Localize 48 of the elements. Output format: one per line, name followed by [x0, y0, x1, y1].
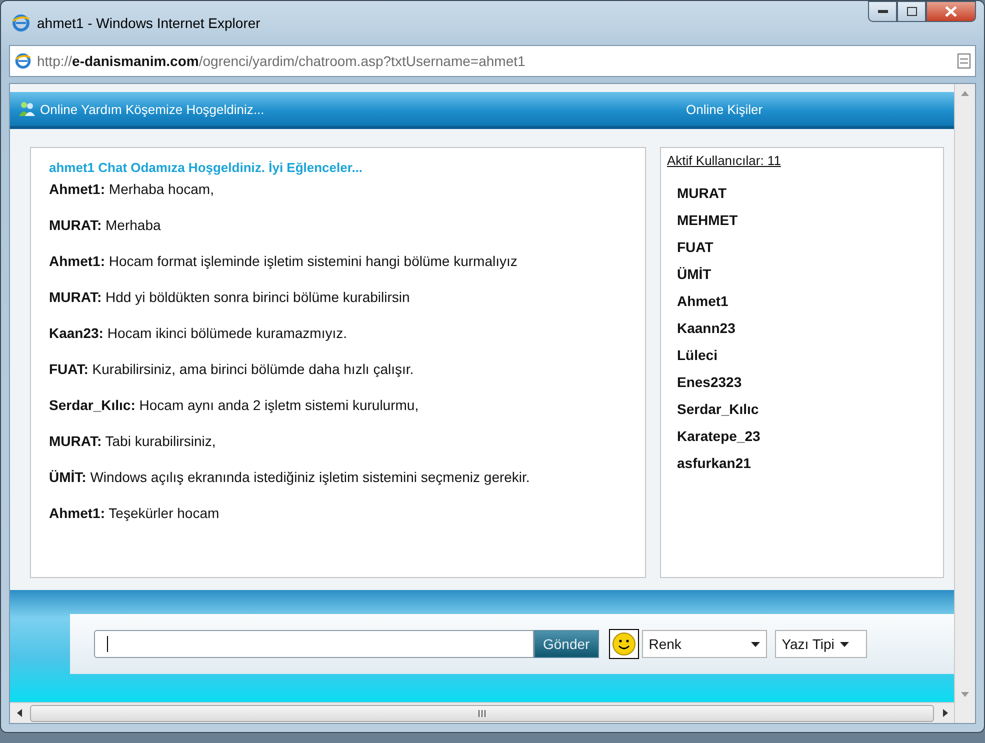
- maximize-icon: [906, 7, 916, 16]
- close-button[interactable]: [926, 1, 976, 22]
- text-cursor: [107, 636, 108, 652]
- chat-message: MURAT: Tabi kurabilirsiniz,: [49, 432, 217, 450]
- minimize-button[interactable]: [868, 1, 897, 22]
- browser-logo-icon: [14, 52, 32, 70]
- user-name[interactable]: FUAT: [677, 234, 714, 261]
- close-icon: [945, 6, 957, 17]
- user-name[interactable]: Ahmet1: [677, 288, 728, 315]
- user-name[interactable]: Enes2323: [677, 369, 742, 396]
- user-name[interactable]: Lüleci: [677, 342, 718, 369]
- chat-message: ÜMİT: Windows açılış ekranında istediğiniz işletim sistemini seçmeniz gerekir.: [49, 468, 531, 486]
- window-title: ahmet1 - Windows Internet Explorer: [37, 15, 262, 31]
- welcome-message: ahmet1 Chat Odamıza Hoşgeldiniz. İyi Eğlenceler...: [49, 160, 364, 175]
- users-icon: [18, 101, 36, 117]
- compatibility-view-icon[interactable]: [957, 53, 971, 69]
- chat-message: MURAT: Merhaba: [49, 216, 162, 234]
- chat-message: Kaan23: Hocam ikinci bölümede kuramazmıyız.: [49, 324, 348, 342]
- message-input-field[interactable]: [94, 630, 534, 658]
- chat-message: FUAT: Kurabilirsiniz, ama birinci bölümde daha hızlı çalışır.: [49, 360, 415, 378]
- color-dropdown[interactable]: Renk: [642, 630, 767, 658]
- user-name[interactable]: Serdar_Kılıc: [677, 396, 759, 423]
- user-name[interactable]: MEHMET: [677, 207, 738, 234]
- active-users-count: Aktif Kullanıcılar: 11: [667, 153, 781, 168]
- font-dropdown[interactable]: Yazı Tipi: [774, 630, 867, 658]
- address-field[interactable]: http://e-danismanim.com/ogrenci/yardim/chatroom.asp?txtUsername=ahmet1: [9, 45, 976, 77]
- user-name[interactable]: MURAT: [677, 180, 727, 207]
- maximize-button[interactable]: [897, 1, 926, 22]
- scroll-left-icon[interactable]: [16, 709, 22, 717]
- caret-icon: [750, 642, 760, 646]
- scroll-right-icon[interactable]: [942, 709, 948, 717]
- header-title: Online Yardım Köşemize Hoşgeldiniz...: [40, 102, 266, 116]
- smiley-button[interactable]: [608, 629, 639, 659]
- chat-message: Ahmet1: Hocam format işleminde işletim sistemini hangi bölüme kurmalıyız: [49, 252, 518, 270]
- chat-message: Ahmet1: Merhaba hocam,: [49, 180, 215, 198]
- grip-icon: [478, 710, 486, 716]
- chat-message: Serdar_Kılıc: Hocam aynı anda 2 işletm sistemi kurulurmu,: [49, 396, 420, 414]
- user-name[interactable]: asfurkan21: [677, 450, 751, 477]
- user-name[interactable]: Karatepe_23: [677, 423, 760, 450]
- user-name[interactable]: ÜMİT: [677, 261, 712, 288]
- chat-message: Ahmet1: Teşekürler hocam: [49, 504, 220, 522]
- user-name[interactable]: Kaann23: [677, 315, 736, 342]
- send-button[interactable]: Gönder: [534, 630, 599, 658]
- caret-icon: [840, 642, 850, 646]
- chat-message: MURAT: Hdd yi böldükten sonra birinci bölüme kurabilirsin: [49, 288, 411, 306]
- minimize-icon: [878, 10, 888, 14]
- browser-logo-icon: [11, 13, 31, 33]
- online-people-title: Online Kişiler: [686, 102, 764, 116]
